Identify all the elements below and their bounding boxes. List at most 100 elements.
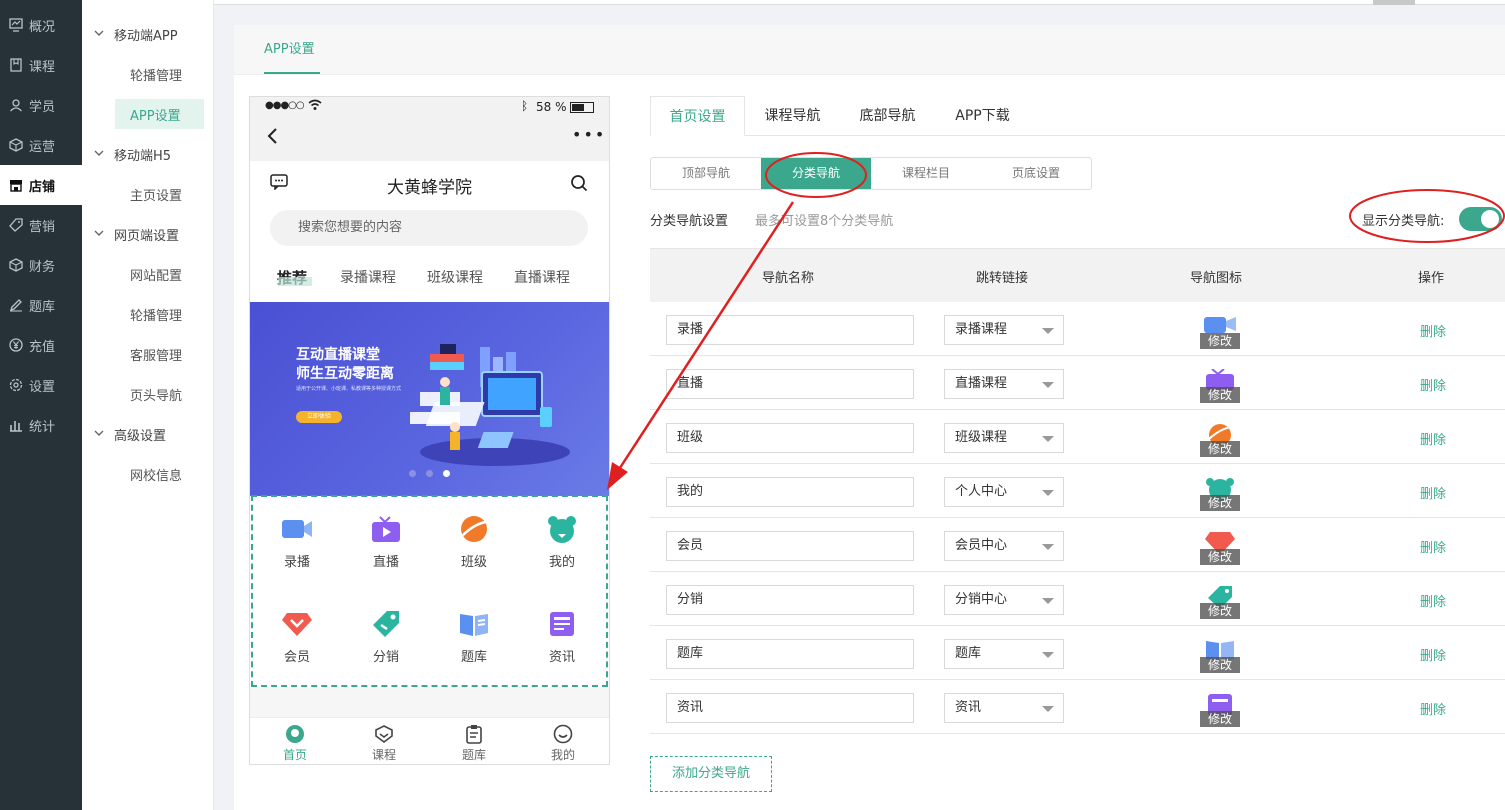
nav-icon-editor[interactable]: 修改	[1200, 585, 1240, 619]
modify-overlay[interactable]: 修改	[1200, 657, 1240, 673]
nav-icon-editor[interactable]: 修改	[1200, 423, 1240, 457]
delete-link[interactable]: 删除	[1420, 375, 1446, 394]
nav-name-input[interactable]: 录播	[666, 315, 914, 345]
sidebar-item-5[interactable]: 营销	[0, 205, 82, 245]
subnav-item[interactable]: 轮播管理	[115, 59, 204, 89]
grid-item-distribution[interactable]: 分销	[346, 610, 426, 665]
nav-name-input[interactable]: 我的	[666, 477, 914, 507]
tab-app-download[interactable]: APP下载	[935, 96, 1030, 136]
subnav-group-0[interactable]: 移动端APP	[82, 14, 214, 54]
grid-item-news[interactable]: 资讯	[522, 610, 602, 665]
subtab-top-nav[interactable]: 顶部导航	[651, 158, 761, 189]
grid-item-class[interactable]: 班级	[434, 515, 514, 570]
delete-link[interactable]: 删除	[1420, 645, 1446, 664]
sidebar-item-label: 店铺	[29, 179, 56, 195]
grid-item-mine[interactable]: 我的	[522, 515, 602, 570]
sidebar-item-4[interactable]: 店铺	[0, 165, 82, 205]
bottom-tab-course[interactable]: 课程	[354, 724, 414, 763]
nav-name-input[interactable]: 资讯	[666, 693, 914, 723]
jump-link-select[interactable]: 直播课程	[944, 369, 1064, 399]
jump-link-select[interactable]: 会员中心	[944, 531, 1064, 561]
subnav-group-2[interactable]: 网页端设置	[82, 214, 214, 254]
sidebar-item-9[interactable]: 设置	[0, 365, 82, 405]
grid-item-member[interactable]: 会员	[257, 610, 337, 665]
sidebar-item-8[interactable]: 充值	[0, 325, 82, 365]
subnav-item[interactable]: 客服管理	[115, 339, 204, 369]
banner-dot-3[interactable]	[443, 470, 450, 477]
sidebar-item-0[interactable]: 概况	[0, 5, 82, 45]
jump-link-select[interactable]: 班级课程	[944, 423, 1064, 453]
nav-name-input[interactable]: 分销	[666, 585, 914, 615]
bottom-tab-mine[interactable]: 我的	[533, 724, 593, 763]
subnav-item[interactable]: 网校信息	[115, 459, 204, 489]
phone-tab-class[interactable]: 班级课程	[427, 267, 483, 287]
sidebar-item-6[interactable]: 财务	[0, 245, 82, 285]
nav-name-input[interactable]: 直播	[666, 369, 914, 399]
add-category-nav-button[interactable]: 添加分类导航	[650, 756, 772, 792]
phone-tab-live[interactable]: 直播课程	[514, 267, 570, 287]
nav-icon-editor[interactable]: 修改	[1200, 315, 1240, 349]
nav-icon-editor[interactable]: 修改	[1200, 693, 1240, 727]
tab-bottom-nav[interactable]: 底部导航	[840, 96, 935, 136]
bottom-tab-question-bank[interactable]: 题库	[444, 724, 504, 763]
modify-overlay[interactable]: 修改	[1200, 495, 1240, 511]
phone-tab-recorded[interactable]: 录播课程	[340, 267, 396, 287]
nav-icon-editor[interactable]: 修改	[1200, 368, 1240, 403]
nav-icon-editor[interactable]: 修改	[1200, 639, 1240, 673]
delete-link[interactable]: 删除	[1420, 699, 1446, 718]
phone-search-input[interactable]: 搜索您想要的内容	[270, 210, 588, 246]
delete-link[interactable]: 删除	[1420, 321, 1446, 340]
subnav-group-1[interactable]: 移动端H5	[82, 134, 214, 174]
jump-link-select[interactable]: 录播课程	[944, 315, 1064, 345]
subnav-item[interactable]: APP设置	[115, 99, 204, 129]
modify-overlay[interactable]: 修改	[1200, 603, 1240, 619]
banner-dot-1[interactable]	[409, 470, 416, 477]
phone-gap	[250, 687, 609, 717]
subtab-category-nav[interactable]: 分类导航	[761, 158, 871, 189]
nav-icon-editor[interactable]: 修改	[1200, 477, 1240, 511]
search-icon[interactable]	[570, 174, 588, 196]
subnav-group-3[interactable]: 高级设置	[82, 414, 214, 454]
sidebar-item-3[interactable]: 运营	[0, 125, 82, 165]
sidebar-item-1[interactable]: 课程	[0, 45, 82, 85]
show-category-nav-toggle[interactable]	[1459, 207, 1502, 231]
subnav-item[interactable]: 页头导航	[115, 379, 204, 409]
delete-link[interactable]: 删除	[1420, 591, 1446, 610]
jump-link-select[interactable]: 分销中心	[944, 585, 1064, 615]
bottom-tab-home[interactable]: 首页	[265, 724, 325, 763]
more-icon[interactable]: •••	[572, 125, 606, 144]
modify-overlay[interactable]: 修改	[1200, 333, 1240, 349]
delete-link[interactable]: 删除	[1420, 483, 1446, 502]
nav-icon-editor[interactable]: 修改	[1200, 531, 1240, 565]
tab-home-settings[interactable]: 首页设置	[650, 96, 745, 136]
grid-item-live[interactable]: 直播	[346, 515, 426, 570]
sidebar-item-7[interactable]: 题库	[0, 285, 82, 325]
back-chevron-icon[interactable]	[266, 127, 278, 149]
nav-name-input[interactable]: 班级	[666, 423, 914, 453]
subnav-item[interactable]: 轮播管理	[115, 299, 204, 329]
delete-link[interactable]: 删除	[1420, 537, 1446, 556]
subtab-course-column[interactable]: 课程栏目	[871, 158, 981, 189]
subnav-item[interactable]: 网站配置	[115, 259, 204, 289]
modify-overlay[interactable]: 修改	[1200, 441, 1240, 457]
nav-name-input[interactable]: 会员	[666, 531, 914, 561]
modify-overlay[interactable]: 修改	[1200, 387, 1240, 403]
tab-course-nav[interactable]: 课程导航	[745, 96, 840, 136]
grid-item-recorded[interactable]: 录播	[257, 515, 337, 570]
modify-overlay[interactable]: 修改	[1200, 711, 1240, 727]
banner-button[interactable]: 立即体验	[296, 411, 342, 423]
subnav-item[interactable]: 主页设置	[115, 179, 204, 209]
jump-link-select[interactable]: 资讯	[944, 693, 1064, 723]
nav-name-input[interactable]: 题库	[666, 639, 914, 669]
modify-overlay[interactable]: 修改	[1200, 549, 1240, 565]
sidebar-item-2[interactable]: 学员	[0, 85, 82, 125]
page-tab-app-settings[interactable]: APP设置	[264, 38, 315, 57]
jump-link-select[interactable]: 题库	[944, 639, 1064, 669]
subtab-footer-settings[interactable]: 页底设置	[981, 158, 1091, 189]
jump-link-select[interactable]: 个人中心	[944, 477, 1064, 507]
sidebar-item-10[interactable]: 统计	[0, 405, 82, 445]
phone-banner[interactable]: 互动直播课堂 师生互动零距离 适用于公开课、小班课、私教课等多种授课方式 立即体…	[250, 302, 609, 496]
grid-item-question-bank[interactable]: 题库	[434, 610, 514, 665]
delete-link[interactable]: 删除	[1420, 429, 1446, 448]
banner-dot-2[interactable]	[426, 470, 433, 477]
